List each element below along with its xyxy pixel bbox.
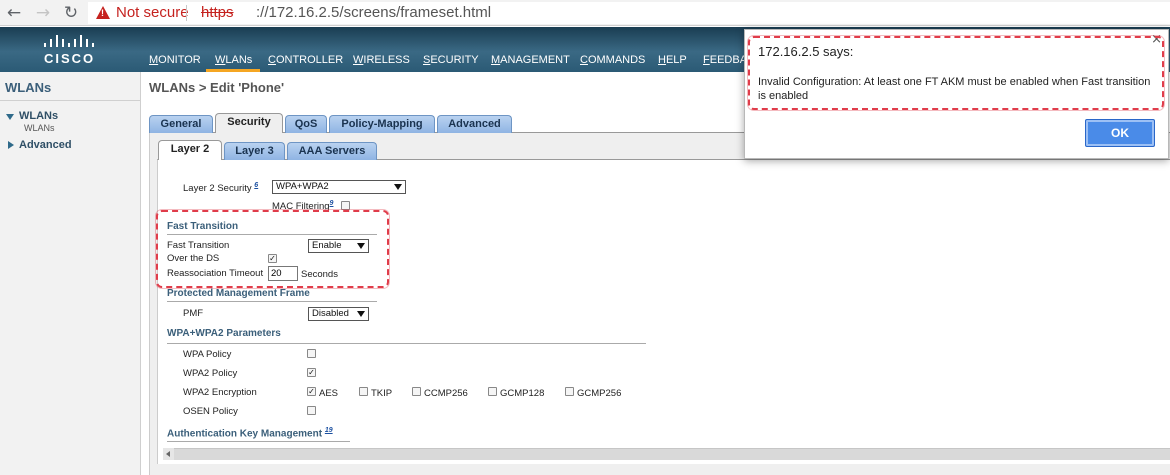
section-divider <box>167 343 646 344</box>
left-sidebar: WLANs WLANs WLANs Advanced <box>0 72 141 475</box>
help-link[interactable]: 9 <box>330 200 334 207</box>
osen-policy-checkbox[interactable] <box>307 406 316 415</box>
dropdown-arrow-icon <box>394 184 402 190</box>
sidebar-subitem-wlans[interactable]: WLANs <box>24 123 55 133</box>
tab-security[interactable]: Security <box>215 113 283 133</box>
menu-monitor[interactable]: MONITOR <box>149 54 201 66</box>
sidebar-title: WLANs <box>5 80 52 95</box>
wpa2-policy-checkbox[interactable]: ✓ <box>307 368 316 377</box>
url-separator <box>186 5 187 21</box>
browser-toolbar: ← → ↻ ! Not secure https ://172.16.2.5/s… <box>0 0 1170 26</box>
section-divider <box>167 301 377 302</box>
aes-checkbox[interactable]: ✓ <box>307 387 316 396</box>
mac-filtering-checkbox[interactable] <box>341 201 350 210</box>
menu-security[interactable]: SECURITY <box>423 54 479 66</box>
active-menu-indicator <box>206 69 260 72</box>
tkip-label: TKIP <box>371 388 393 399</box>
ccmp256-label: CCMP256 <box>424 388 468 399</box>
wpa-policy-label: WPA Policy <box>183 349 232 360</box>
ccmp256-checkbox[interactable] <box>412 387 421 396</box>
subtab-layer3[interactable]: Layer 3 <box>224 142 285 160</box>
menu-controller[interactable]: CONTROLLER <box>268 54 343 66</box>
help-link[interactable]: 6 <box>254 182 258 189</box>
back-arrow-icon[interactable]: ← <box>4 3 24 23</box>
ok-button[interactable]: OK <box>1085 119 1155 147</box>
reload-icon[interactable]: ↻ <box>61 3 81 23</box>
menu-help[interactable]: HELP <box>658 54 687 66</box>
layer2-security-label: Layer 2 Security 6 <box>183 182 259 195</box>
menu-wireless[interactable]: WIRELESS <box>353 54 410 66</box>
section-divider <box>167 441 350 442</box>
osen-policy-label: OSEN Policy <box>183 406 238 417</box>
expanded-arrow-icon[interactable] <box>6 114 14 120</box>
cisco-logo-icon <box>44 35 100 47</box>
subtab-aaa-servers[interactable]: AAA Servers <box>287 142 377 160</box>
cisco-logo-text: CISCO <box>44 51 96 66</box>
tab-policy-mapping[interactable]: Policy-Mapping <box>329 115 435 133</box>
subtab-layer2[interactable]: Layer 2 <box>158 140 222 160</box>
tkip-checkbox[interactable] <box>359 387 368 396</box>
gcmp128-label: GCMP128 <box>500 388 545 399</box>
gcmp256-label: GCMP256 <box>577 388 622 399</box>
page-title: WLANs > Edit 'Phone' <box>149 80 285 95</box>
akm-section-title: Authentication Key Management 19 <box>167 427 333 440</box>
sidebar-divider <box>0 100 141 101</box>
tab-general[interactable]: General <box>149 115 213 133</box>
sidebar-item-advanced[interactable]: Advanced <box>19 139 72 151</box>
tab-advanced[interactable]: Advanced <box>437 115 512 133</box>
gcmp128-checkbox[interactable] <box>488 387 497 396</box>
fast-transition-highlight-box <box>156 210 389 288</box>
pmf-label: PMF <box>183 308 204 319</box>
sidebar-item-wlans[interactable]: WLANs <box>19 110 58 122</box>
url-protocol: https <box>201 4 234 21</box>
not-secure-label: Not secure <box>116 4 189 21</box>
horizontal-scrollbar[interactable] <box>174 448 1170 460</box>
collapsed-arrow-icon[interactable] <box>8 141 14 149</box>
menu-commands[interactable]: COMMANDS <box>580 54 645 66</box>
scroll-left-arrow-icon[interactable] <box>163 448 174 460</box>
url-text: ://172.16.2.5/screens/frameset.html <box>256 4 492 21</box>
warning-icon: ! <box>96 6 110 19</box>
aes-label: AES <box>319 388 339 399</box>
menu-wlans[interactable]: WLANs <box>215 54 252 66</box>
menu-management[interactable]: MANAGEMENT <box>491 54 570 66</box>
gcmp256-checkbox[interactable] <box>565 387 574 396</box>
pmf-select[interactable]: Disabled <box>308 307 369 321</box>
dropdown-arrow-icon <box>357 311 365 317</box>
pmf-section-title: Protected Management Frame <box>167 288 310 299</box>
wpa-policy-checkbox[interactable] <box>307 349 316 358</box>
forward-arrow-icon[interactable]: → <box>33 3 53 23</box>
wpa2-encryption-label: WPA2 Encryption <box>183 387 257 398</box>
help-link[interactable]: 19 <box>325 427 333 434</box>
layer2-security-select[interactable]: WPA+WPA2 <box>272 180 406 194</box>
wpa2-policy-label: WPA2 Policy <box>183 368 238 379</box>
wpa-params-section-title: WPA+WPA2 Parameters <box>167 328 281 339</box>
tab-qos[interactable]: QoS <box>285 115 327 133</box>
address-bar[interactable]: ! Not secure https ://172.16.2.5/screens… <box>88 2 1170 24</box>
dialog-highlight-box <box>748 36 1164 110</box>
